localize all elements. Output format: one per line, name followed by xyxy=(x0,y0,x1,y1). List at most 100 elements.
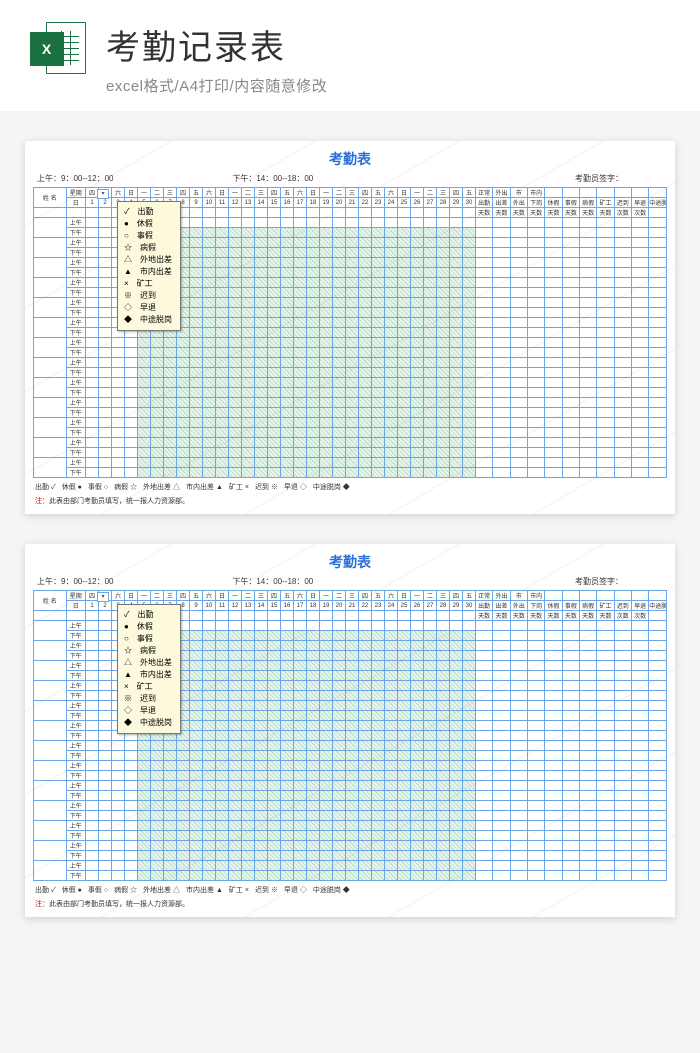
summary-cell[interactable] xyxy=(579,458,596,468)
attendance-cell[interactable] xyxy=(190,851,203,861)
attendance-cell[interactable] xyxy=(437,661,450,671)
attendance-cell[interactable] xyxy=(346,258,359,268)
summary-cell[interactable] xyxy=(562,248,579,258)
attendance-cell[interactable] xyxy=(281,238,294,248)
attendance-cell[interactable] xyxy=(359,318,372,328)
attendance-cell[interactable] xyxy=(112,771,125,781)
attendance-cell[interactable] xyxy=(294,348,307,358)
attendance-cell[interactable] xyxy=(203,841,216,851)
attendance-cell[interactable] xyxy=(463,388,476,398)
summary-cell[interactable] xyxy=(562,318,579,328)
name-cell[interactable] xyxy=(34,841,67,861)
attendance-cell[interactable] xyxy=(398,731,411,741)
summary-cell[interactable] xyxy=(649,651,667,661)
summary-cell[interactable] xyxy=(493,651,510,661)
summary-cell[interactable] xyxy=(493,641,510,651)
attendance-cell[interactable] xyxy=(437,631,450,641)
attendance-cell[interactable] xyxy=(424,288,437,298)
summary-cell[interactable] xyxy=(649,811,667,821)
attendance-cell[interactable] xyxy=(112,468,125,478)
attendance-cell[interactable] xyxy=(216,258,229,268)
attendance-cell[interactable] xyxy=(437,641,450,651)
attendance-cell[interactable] xyxy=(255,811,268,821)
attendance-cell[interactable] xyxy=(99,811,112,821)
attendance-cell[interactable] xyxy=(268,681,281,691)
attendance-cell[interactable] xyxy=(463,781,476,791)
attendance-cell[interactable] xyxy=(125,781,138,791)
attendance-cell[interactable] xyxy=(281,871,294,881)
attendance-cell[interactable] xyxy=(294,741,307,751)
attendance-cell[interactable] xyxy=(125,468,138,478)
attendance-cell[interactable] xyxy=(411,218,424,228)
summary-cell[interactable] xyxy=(476,328,493,338)
attendance-cell[interactable] xyxy=(372,771,385,781)
summary-cell[interactable] xyxy=(579,338,596,348)
attendance-cell[interactable] xyxy=(229,691,242,701)
attendance-cell[interactable] xyxy=(398,751,411,761)
attendance-cell[interactable] xyxy=(346,711,359,721)
attendance-cell[interactable] xyxy=(333,338,346,348)
attendance-cell[interactable] xyxy=(450,671,463,681)
attendance-cell[interactable] xyxy=(333,398,346,408)
attendance-cell[interactable] xyxy=(216,781,229,791)
summary-cell[interactable] xyxy=(597,691,614,701)
attendance-cell[interactable] xyxy=(294,781,307,791)
attendance-cell[interactable] xyxy=(268,308,281,318)
summary-cell[interactable] xyxy=(597,388,614,398)
summary-cell[interactable] xyxy=(649,831,667,841)
attendance-cell[interactable] xyxy=(320,328,333,338)
attendance-cell[interactable] xyxy=(86,661,99,671)
attendance-cell[interactable] xyxy=(385,368,398,378)
attendance-cell[interactable] xyxy=(372,468,385,478)
attendance-cell[interactable] xyxy=(294,258,307,268)
attendance-cell[interactable] xyxy=(255,408,268,418)
attendance-cell[interactable] xyxy=(463,731,476,741)
attendance-cell[interactable] xyxy=(242,811,255,821)
summary-cell[interactable] xyxy=(597,751,614,761)
summary-cell[interactable] xyxy=(597,338,614,348)
attendance-cell[interactable] xyxy=(424,741,437,751)
attendance-cell[interactable] xyxy=(99,841,112,851)
summary-cell[interactable] xyxy=(597,398,614,408)
summary-cell[interactable] xyxy=(510,278,527,288)
attendance-cell[interactable] xyxy=(294,378,307,388)
attendance-cell[interactable] xyxy=(411,458,424,468)
attendance-cell[interactable] xyxy=(164,448,177,458)
summary-cell[interactable] xyxy=(510,468,527,478)
attendance-cell[interactable] xyxy=(268,741,281,751)
attendance-cell[interactable] xyxy=(255,731,268,741)
summary-cell[interactable] xyxy=(579,318,596,328)
attendance-cell[interactable] xyxy=(164,751,177,761)
attendance-cell[interactable] xyxy=(372,238,385,248)
attendance-cell[interactable] xyxy=(424,701,437,711)
attendance-cell[interactable] xyxy=(99,218,112,228)
summary-cell[interactable] xyxy=(476,278,493,288)
attendance-cell[interactable] xyxy=(411,238,424,248)
attendance-cell[interactable] xyxy=(138,741,151,751)
summary-cell[interactable] xyxy=(493,268,510,278)
summary-cell[interactable] xyxy=(476,731,493,741)
attendance-cell[interactable] xyxy=(346,358,359,368)
attendance-cell[interactable] xyxy=(424,308,437,318)
attendance-cell[interactable] xyxy=(359,248,372,258)
attendance-cell[interactable] xyxy=(463,631,476,641)
attendance-cell[interactable] xyxy=(138,861,151,871)
attendance-cell[interactable] xyxy=(190,871,203,881)
summary-cell[interactable] xyxy=(528,651,545,661)
attendance-cell[interactable] xyxy=(86,711,99,721)
attendance-cell[interactable] xyxy=(294,831,307,841)
attendance-cell[interactable] xyxy=(450,358,463,368)
summary-cell[interactable] xyxy=(562,741,579,751)
attendance-cell[interactable] xyxy=(359,268,372,278)
attendance-cell[interactable] xyxy=(294,621,307,631)
summary-cell[interactable] xyxy=(614,248,631,258)
attendance-cell[interactable] xyxy=(138,418,151,428)
attendance-cell[interactable] xyxy=(294,721,307,731)
summary-cell[interactable] xyxy=(579,248,596,258)
attendance-cell[interactable] xyxy=(450,338,463,348)
attendance-cell[interactable] xyxy=(307,681,320,691)
summary-cell[interactable] xyxy=(597,711,614,721)
summary-cell[interactable] xyxy=(579,288,596,298)
attendance-cell[interactable] xyxy=(99,771,112,781)
attendance-cell[interactable] xyxy=(242,458,255,468)
